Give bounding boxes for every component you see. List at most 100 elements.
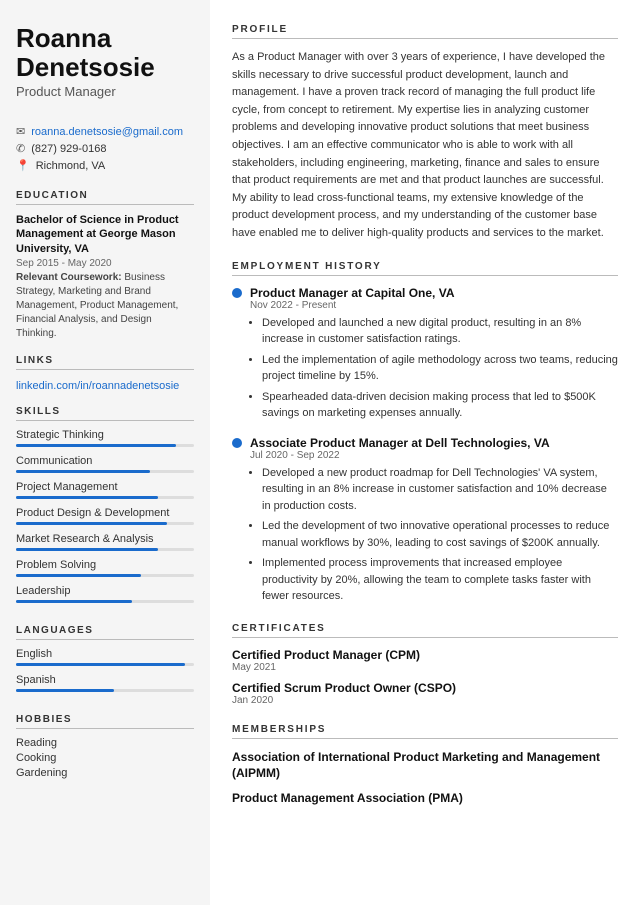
job-bullet: Spearheaded data-driven decision making …: [262, 389, 618, 422]
links-section: LINKS linkedin.com/in/roannadenetsosie: [16, 355, 194, 392]
job-date: Jul 2020 - Sep 2022: [250, 450, 618, 461]
phone-icon: ✆: [16, 142, 25, 155]
memberships-heading: MEMBERSHIPS: [232, 724, 618, 739]
skill-item: Strategic Thinking: [16, 429, 194, 447]
phone-number: (827) 929-0168: [31, 143, 106, 155]
skill-bar-bg: [16, 548, 194, 551]
contact-email: ✉ roanna.denetsosie@gmail.com: [16, 125, 194, 138]
job-title: Associate Product Manager at Dell Techno…: [250, 436, 550, 450]
skill-name: Problem Solving: [16, 559, 194, 571]
skill-bar-fill: [16, 522, 167, 525]
job-bullets: Developed and launched a new digital pro…: [250, 315, 618, 422]
profile-section: PROFILE As a Product Manager with over 3…: [232, 24, 618, 243]
employment-section: EMPLOYMENT HISTORY Product Manager at Ca…: [232, 261, 618, 605]
job-bullet: Implemented process improvements that in…: [262, 555, 618, 605]
skills-heading: SKILLS: [16, 406, 194, 421]
hobbies-heading: HOBBIES: [16, 714, 194, 729]
profile-text: As a Product Manager with over 3 years o…: [232, 49, 618, 243]
job-title-line: Associate Product Manager at Dell Techno…: [232, 436, 618, 450]
links-heading: LINKS: [16, 355, 194, 370]
skill-item: Product Design & Development: [16, 507, 194, 525]
certificates-list: Certified Product Manager (CPM) May 2021…: [232, 648, 618, 706]
skill-item: Problem Solving: [16, 559, 194, 577]
job-bullet: Led the development of two innovative op…: [262, 518, 618, 551]
email-link[interactable]: roanna.denetsosie@gmail.com: [31, 126, 183, 138]
job-title-line: Product Manager at Capital One, VA: [232, 286, 618, 300]
job-date: Nov 2022 - Present: [250, 300, 618, 311]
skill-bar-fill: [16, 548, 158, 551]
location-text: Richmond, VA: [36, 160, 106, 172]
linkedin-link-item: linkedin.com/in/roannadenetsosie: [16, 378, 194, 392]
skill-name: Project Management: [16, 481, 194, 493]
skill-name: Market Research & Analysis: [16, 533, 194, 545]
education-section: EDUCATION Bachelor of Science in Product…: [16, 190, 194, 341]
name-block: Roanna Denetsosie Product Manager: [16, 24, 194, 99]
skill-bar-bg: [16, 444, 194, 447]
skill-bar-bg: [16, 574, 194, 577]
education-degree: Bachelor of Science in Product Managemen…: [16, 213, 194, 256]
skill-bar-fill: [16, 574, 141, 577]
certificate-entry: Certified Scrum Product Owner (CSPO) Jan…: [232, 681, 618, 706]
candidate-name: Roanna Denetsosie: [16, 24, 194, 81]
membership-entry: Association of International Product Mar…: [232, 749, 618, 783]
languages-list: English Spanish: [16, 648, 194, 692]
contact-phone: ✆ (827) 929-0168: [16, 142, 194, 155]
skill-item: Market Research & Analysis: [16, 533, 194, 551]
job-bullet: Developed and launched a new digital pro…: [262, 315, 618, 348]
language-item: Spanish: [16, 674, 194, 692]
candidate-title: Product Manager: [16, 84, 194, 99]
education-heading: EDUCATION: [16, 190, 194, 205]
skill-bar-bg: [16, 522, 194, 525]
memberships-list: Association of International Product Mar…: [232, 749, 618, 807]
skill-name: Communication: [16, 455, 194, 467]
sidebar: Roanna Denetsosie Product Manager ✉ roan…: [0, 0, 210, 905]
email-icon: ✉: [16, 125, 25, 138]
skill-item: Communication: [16, 455, 194, 473]
language-name: English: [16, 648, 194, 660]
job-entry: Product Manager at Capital One, VA Nov 2…: [232, 286, 618, 422]
job-title: Product Manager at Capital One, VA: [250, 286, 454, 300]
certificates-section: CERTIFICATES Certified Product Manager (…: [232, 623, 618, 706]
job-dot: [232, 288, 242, 298]
language-bar-bg: [16, 689, 194, 692]
memberships-section: MEMBERSHIPS Association of International…: [232, 724, 618, 807]
linkedin-link[interactable]: linkedin.com/in/roannadenetsosie: [16, 380, 179, 392]
hobby-item: Cooking: [16, 752, 194, 764]
hobbies-list: Reading Cooking Gardening: [16, 737, 194, 779]
job-bullet: Developed a new product roadmap for Dell…: [262, 465, 618, 515]
languages-section: LANGUAGES English Spanish: [16, 625, 194, 700]
contact-location: 📍 Richmond, VA: [16, 159, 194, 172]
skill-bar-fill: [16, 600, 132, 603]
skill-bar-fill: [16, 496, 158, 499]
hobby-item: Gardening: [16, 767, 194, 779]
job-entry: Associate Product Manager at Dell Techno…: [232, 436, 618, 605]
skill-bar-bg: [16, 496, 194, 499]
language-bar-fill: [16, 689, 114, 692]
page-layout: Roanna Denetsosie Product Manager ✉ roan…: [0, 0, 640, 905]
skill-bar-fill: [16, 470, 150, 473]
employment-heading: EMPLOYMENT HISTORY: [232, 261, 618, 276]
location-icon: 📍: [16, 159, 30, 172]
skill-bar-bg: [16, 600, 194, 603]
skills-list: Strategic Thinking Communication Project…: [16, 429, 194, 603]
membership-name: Association of International Product Mar…: [232, 749, 618, 783]
skills-section: SKILLS Strategic Thinking Communication …: [16, 406, 194, 611]
skill-bar-bg: [16, 470, 194, 473]
certificate-entry: Certified Product Manager (CPM) May 2021: [232, 648, 618, 673]
membership-name: Product Management Association (PMA): [232, 790, 618, 807]
skill-name: Leadership: [16, 585, 194, 597]
certificate-name: Certified Product Manager (CPM): [232, 648, 618, 662]
skill-item: Leadership: [16, 585, 194, 603]
language-name: Spanish: [16, 674, 194, 686]
certificates-heading: CERTIFICATES: [232, 623, 618, 638]
job-bullet: Led the implementation of agile methodol…: [262, 352, 618, 385]
main-content: PROFILE As a Product Manager with over 3…: [210, 0, 640, 905]
profile-heading: PROFILE: [232, 24, 618, 39]
hobby-item: Reading: [16, 737, 194, 749]
job-bullets: Developed a new product roadmap for Dell…: [250, 465, 618, 605]
languages-heading: LANGUAGES: [16, 625, 194, 640]
membership-entry: Product Management Association (PMA): [232, 790, 618, 807]
skill-name: Product Design & Development: [16, 507, 194, 519]
language-bar-fill: [16, 663, 185, 666]
job-dot: [232, 438, 242, 448]
